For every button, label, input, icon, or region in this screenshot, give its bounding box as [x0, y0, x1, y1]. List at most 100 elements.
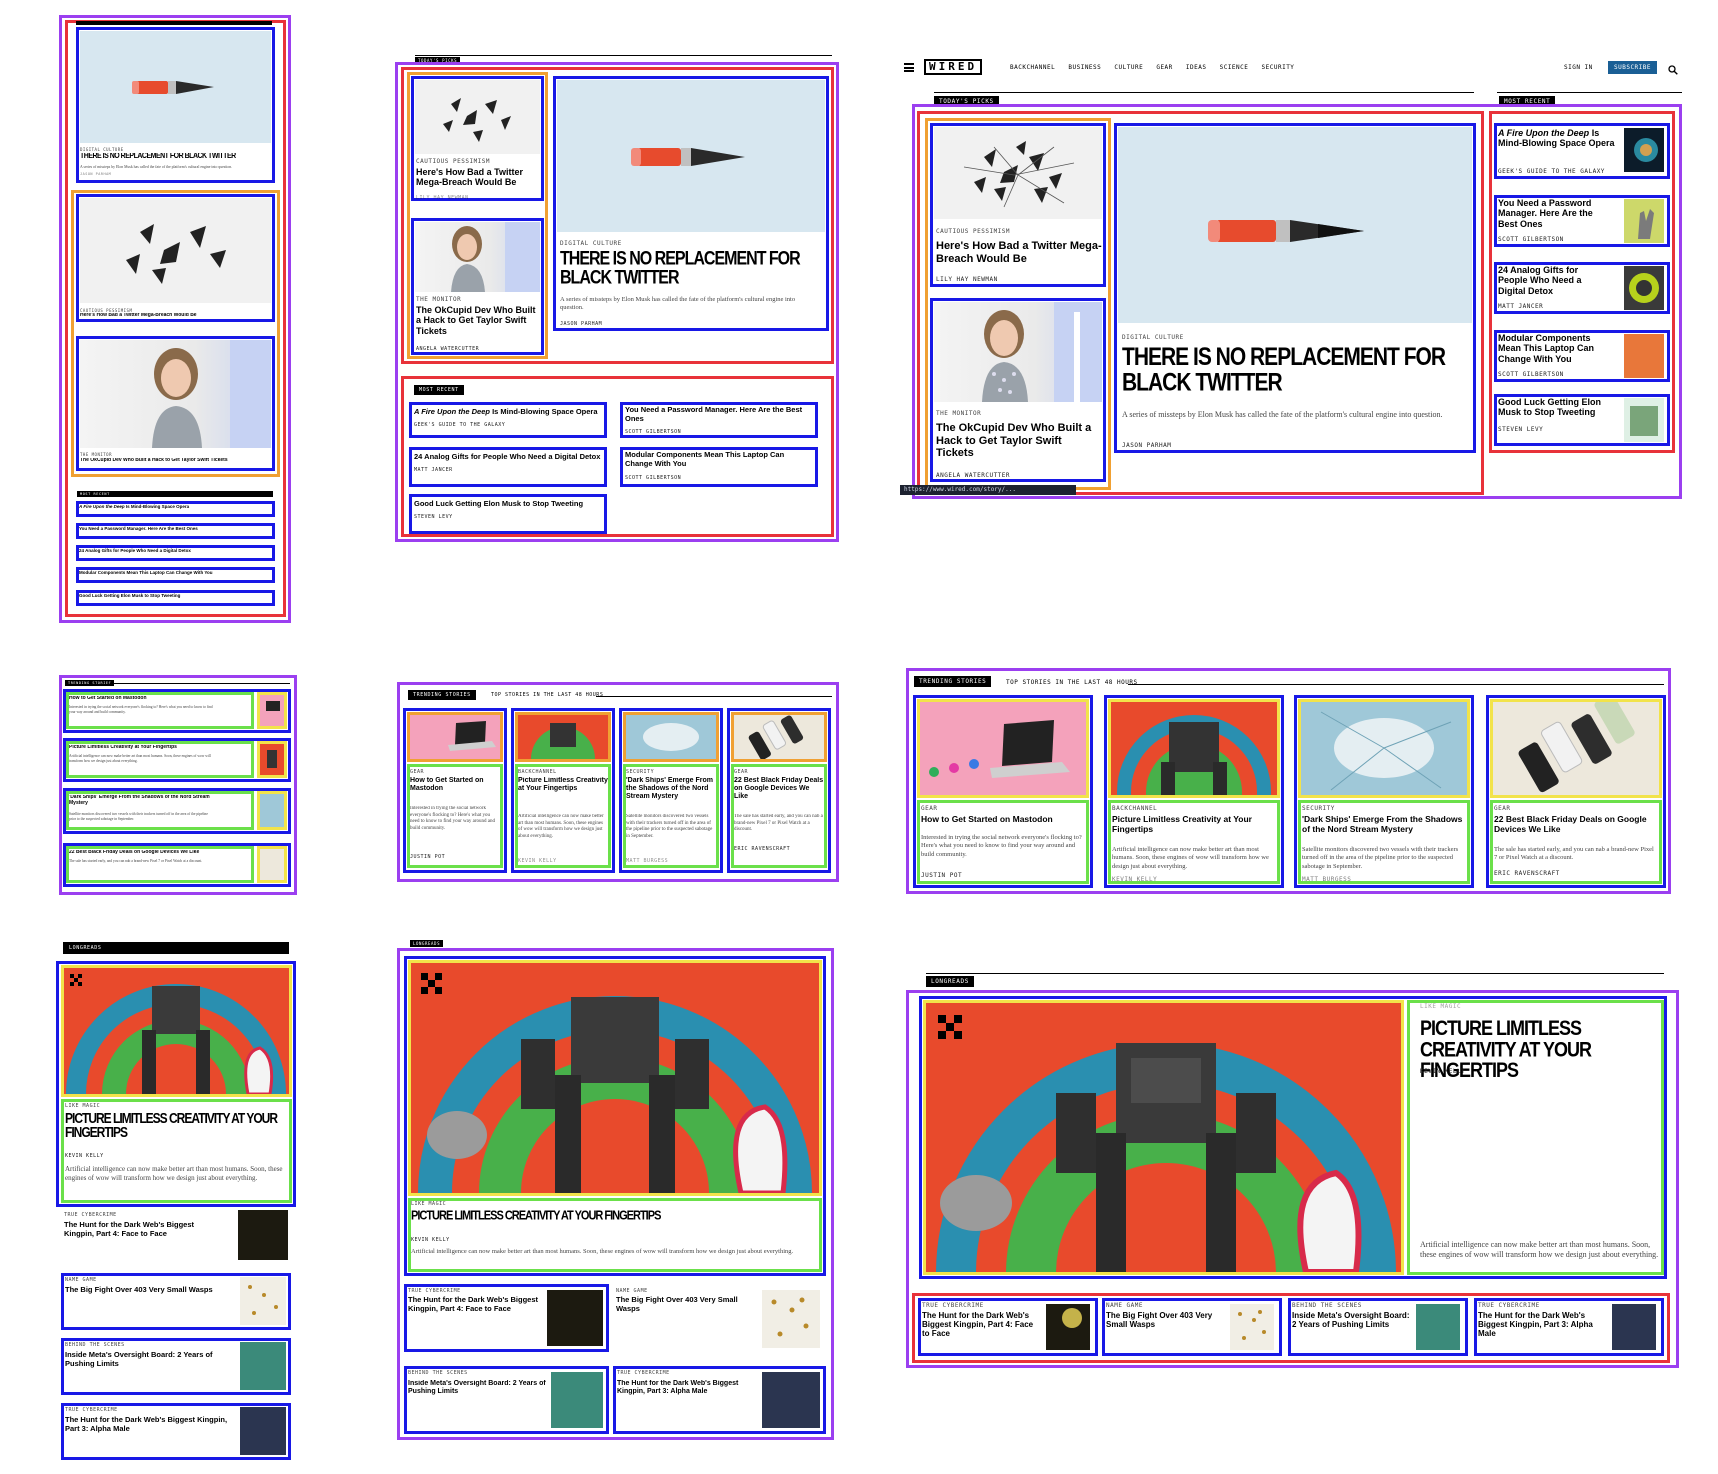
long-1-title[interactable]: The Hunt for the Dark Web's Biggest King… [922, 1311, 1040, 1339]
mobile-trend-3-title[interactable]: 'Dark Ships' Emerge From the Shadows of … [69, 795, 211, 807]
tablet-longread-title[interactable]: PICTURE LIMITLESS CREATIVITY AT YOUR FIN… [411, 1210, 811, 1223]
tablet-recent-1-byline[interactable]: GEEK'S GUIDE TO THE GALAXY [414, 422, 505, 428]
trend-4-title[interactable]: 22 Best Black Friday Deals on Google Dev… [1494, 815, 1658, 835]
tablet-trend-2-byline[interactable]: KEVIN KELLY [518, 858, 557, 864]
trend-4-byline[interactable]: ERIC RAVENSCRAFT [1494, 870, 1560, 877]
mobile-trend-2-title[interactable]: Picture Limitless Creativity at Your Fin… [69, 745, 249, 751]
wired-logo[interactable]: WIRED [924, 59, 983, 75]
trend-3-image [1301, 702, 1467, 795]
tablet-hero-byline[interactable]: JASON PARHAM [560, 321, 602, 327]
tablet-pick-2-byline[interactable]: ANGELA WATERCUTTER [416, 346, 479, 352]
taylor-image [934, 302, 1102, 402]
long-3-title[interactable]: Inside Meta's Oversight Board: 2 Years o… [1292, 1311, 1410, 1329]
tablet-trend-1-title[interactable]: How to Get Started on Mastodon [410, 777, 500, 793]
mobile-trend-4-title[interactable]: 22 Best Black Friday Deals on Google Dev… [69, 850, 249, 856]
tablet-pick-1-byline[interactable]: LILY HAY NEWMAN [416, 195, 469, 201]
long-2-title[interactable]: The Big Fight Over 403 Very Small Wasps [1106, 1311, 1224, 1329]
tablet-trend-4-byline[interactable]: ERIC RAVENSCRAFT [734, 846, 790, 852]
mobile-hero-byline[interactable]: JASON PARHAM [80, 172, 111, 176]
tablet-trend-2-title[interactable]: Picture Limitless Creativity at Your Fin… [518, 777, 608, 793]
menu-icon[interactable] [904, 63, 914, 72]
nav-culture[interactable]: CULTURE [1114, 64, 1143, 71]
mobile-longread-byline[interactable]: KEVIN KELLY [65, 1153, 104, 1159]
hero-byline[interactable]: JASON PARHAM [1122, 442, 1171, 449]
mobile-longread-title[interactable]: PICTURE LIMITLESS CREATIVITY AT YOUR FIN… [65, 1112, 281, 1140]
mobile-trend-1-title[interactable]: How to Get Started on Mastodon [69, 696, 249, 702]
sign-in-link[interactable]: SIGN IN [1564, 64, 1593, 71]
recent-3-byline[interactable]: MATT JANCER [1498, 303, 1543, 310]
trend-1-byline[interactable]: JUSTIN POT [921, 872, 962, 879]
mobile-long-3-title[interactable]: Inside Meta's Oversight Board: 2 Years o… [65, 1351, 233, 1368]
recent-5-byline[interactable]: STEVEN LEVY [1498, 426, 1543, 433]
nav-gear[interactable]: GEAR [1156, 64, 1172, 71]
tablet-pick-1-title[interactable]: Here's How Bad a Twitter Mega-Breach Wou… [416, 167, 540, 188]
tablet-trend-4-title[interactable]: 22 Best Black Friday Deals on Google Dev… [734, 777, 824, 801]
mobile-recent-3-title[interactable]: 24 Analog Gifts for People Who Need a Di… [79, 548, 269, 553]
tablet-trend-2-image [518, 715, 608, 759]
tablet-long-3-title[interactable]: Inside Meta's Oversight Board: 2 Years o… [408, 1380, 546, 1396]
tablet-long-2-title[interactable]: The Big Fight Over 403 Very Small Wasps [616, 1296, 756, 1313]
tablet-trend-3-byline[interactable]: MATT BURGESS [626, 858, 668, 864]
tablet-recent-3-title[interactable]: 24 Analog Gifts for People Who Need a Di… [414, 453, 604, 462]
tablet-long-1-kicker: TRUE CYBERCRIME [408, 1288, 461, 1294]
recent-2-byline[interactable]: SCOTT GILBERTSON [1498, 236, 1564, 243]
recent-1-byline[interactable]: GEEK'S GUIDE TO THE GALAXY [1498, 168, 1605, 175]
mobile-recent-1-title[interactable]: A Fire Upon the Deep Is Mind-Blowing Spa… [79, 504, 269, 509]
mobile-recent-5-title[interactable]: Good Luck Getting Elon Musk to Stop Twee… [79, 593, 269, 598]
trend-2-image [1111, 702, 1277, 795]
recent-4-byline[interactable]: SCOTT GILBERTSON [1498, 371, 1564, 378]
recent-4-title[interactable]: Modular Components Mean This Laptop Can … [1498, 333, 1610, 364]
nav-business[interactable]: BUSINESS [1068, 64, 1101, 71]
trend-4-image [1493, 702, 1659, 795]
tablet-trend-1-byline[interactable]: JUSTIN POT [410, 854, 445, 860]
longread-byline[interactable]: KEVIN KELLY [1420, 1068, 1465, 1075]
tablet-long-4-title[interactable]: The Hunt for the Dark Web's Biggest King… [617, 1380, 757, 1396]
nav-science[interactable]: SCIENCE [1220, 64, 1249, 71]
tablet-recent-4-title[interactable]: Modular Components Mean This Laptop Can … [625, 451, 813, 468]
tablet-trend-4-dek: The sale has started early, and you can … [734, 814, 823, 832]
tablet-pick-2-title[interactable]: The OkCupid Dev Who Built a Hack to Get … [416, 305, 540, 336]
top-nav: BACKCHANNEL BUSINESS CULTURE GEAR IDEAS … [1010, 64, 1294, 71]
recent-1-title[interactable]: A Fire Upon the Deep Is Mind-Blowing Spa… [1498, 128, 1618, 149]
tablet-recent-2-byline[interactable]: SCOTT GILBERTSON [625, 429, 681, 435]
nav-backchannel[interactable]: BACKCHANNEL [1010, 64, 1055, 71]
tablet-long-1-title[interactable]: The Hunt for the Dark Web's Biggest King… [408, 1296, 538, 1313]
nav-ideas[interactable]: IDEAS [1186, 64, 1207, 71]
nav-security[interactable]: SECURITY [1262, 64, 1295, 71]
mobile-hero-title[interactable]: THERE IS NO REPLACEMENT FOR BLACK TWITTE… [80, 153, 271, 161]
tablet-longread-byline[interactable]: KEVIN KELLY [411, 1237, 450, 1243]
trend-1-title[interactable]: How to Get Started on Mastodon [921, 815, 1085, 825]
mobile-pick-1-title[interactable]: Here's How Bad a Twitter Mega-Breach Wou… [80, 313, 271, 319]
pick-1-title[interactable]: Here's How Bad a Twitter Mega-Breach Wou… [936, 240, 1102, 265]
mobile-robot-image [64, 968, 289, 1094]
mobile-long-2-title[interactable]: The Big Fight Over 403 Very Small Wasps [65, 1286, 235, 1295]
trend-2-byline[interactable]: KEVIN KELLY [1112, 876, 1157, 883]
trend-2-title[interactable]: Picture Limitless Creativity at Your Fin… [1112, 815, 1276, 835]
tablet-recent-3-byline[interactable]: MATT JANCER [414, 467, 453, 473]
pick-2-title[interactable]: The OkCupid Dev Who Built a Hack to Get … [936, 422, 1102, 460]
recent-5-title[interactable]: Good Luck Getting Elon Musk to Stop Twee… [1498, 397, 1610, 418]
mobile-long-1-title[interactable]: The Hunt for the Dark Web's Biggest King… [64, 1221, 214, 1238]
tablet-recent-5-byline[interactable]: STEVEN LEVY [414, 514, 453, 520]
subscribe-button[interactable]: SUBSCRIBE [1608, 61, 1658, 74]
hero-title[interactable]: THERE IS NO REPLACEMENT FOR BLACK TWITTE… [1122, 346, 1472, 395]
tablet-hero-title[interactable]: THERE IS NO REPLACEMENT FOR BLACK TWITTE… [560, 250, 822, 288]
long-4-title[interactable]: The Hunt for the Dark Web's Biggest King… [1478, 1311, 1606, 1339]
recent-2-title[interactable]: You Need a Password Manager. Here Are th… [1498, 198, 1610, 229]
pick-1-byline[interactable]: LILY HAY NEWMAN [936, 276, 998, 283]
tablet-trend-3-title[interactable]: 'Dark Ships' Emerge From the Shadows of … [626, 777, 716, 801]
mobile-long-4-title[interactable]: The Hunt for the Dark Web's Biggest King… [65, 1416, 233, 1433]
tablet-recent-4-byline[interactable]: SCOTT GILBERTSON [625, 475, 681, 481]
tablet-crack-image [415, 80, 540, 154]
mobile-recent-2-title[interactable]: You Need a Password Manager. Here Are th… [79, 526, 269, 531]
mobile-pick-2-title[interactable]: The OkCupid Dev Who Built a Hack to Get … [80, 458, 271, 464]
tablet-recent-2-title[interactable]: You Need a Password Manager. Here Are th… [625, 406, 813, 423]
recent-3-title[interactable]: 24 Analog Gifts for People Who Need a Di… [1498, 265, 1610, 296]
trend-3-title[interactable]: 'Dark Ships' Emerge From the Shadows of … [1302, 815, 1466, 835]
tablet-recent-1-title[interactable]: A Fire Upon the Deep Is Mind-Blowing Spa… [414, 408, 604, 417]
trend-3-byline[interactable]: MATT BURGESS [1302, 876, 1351, 883]
pick-2-byline[interactable]: ANGELA WATERCUTTER [936, 472, 1010, 479]
tablet-recent-5-title[interactable]: Good Luck Getting Elon Musk to Stop Twee… [414, 500, 604, 509]
search-icon[interactable] [1668, 62, 1678, 75]
mobile-recent-4-title[interactable]: Modular Components Mean This Laptop Can … [79, 570, 269, 575]
